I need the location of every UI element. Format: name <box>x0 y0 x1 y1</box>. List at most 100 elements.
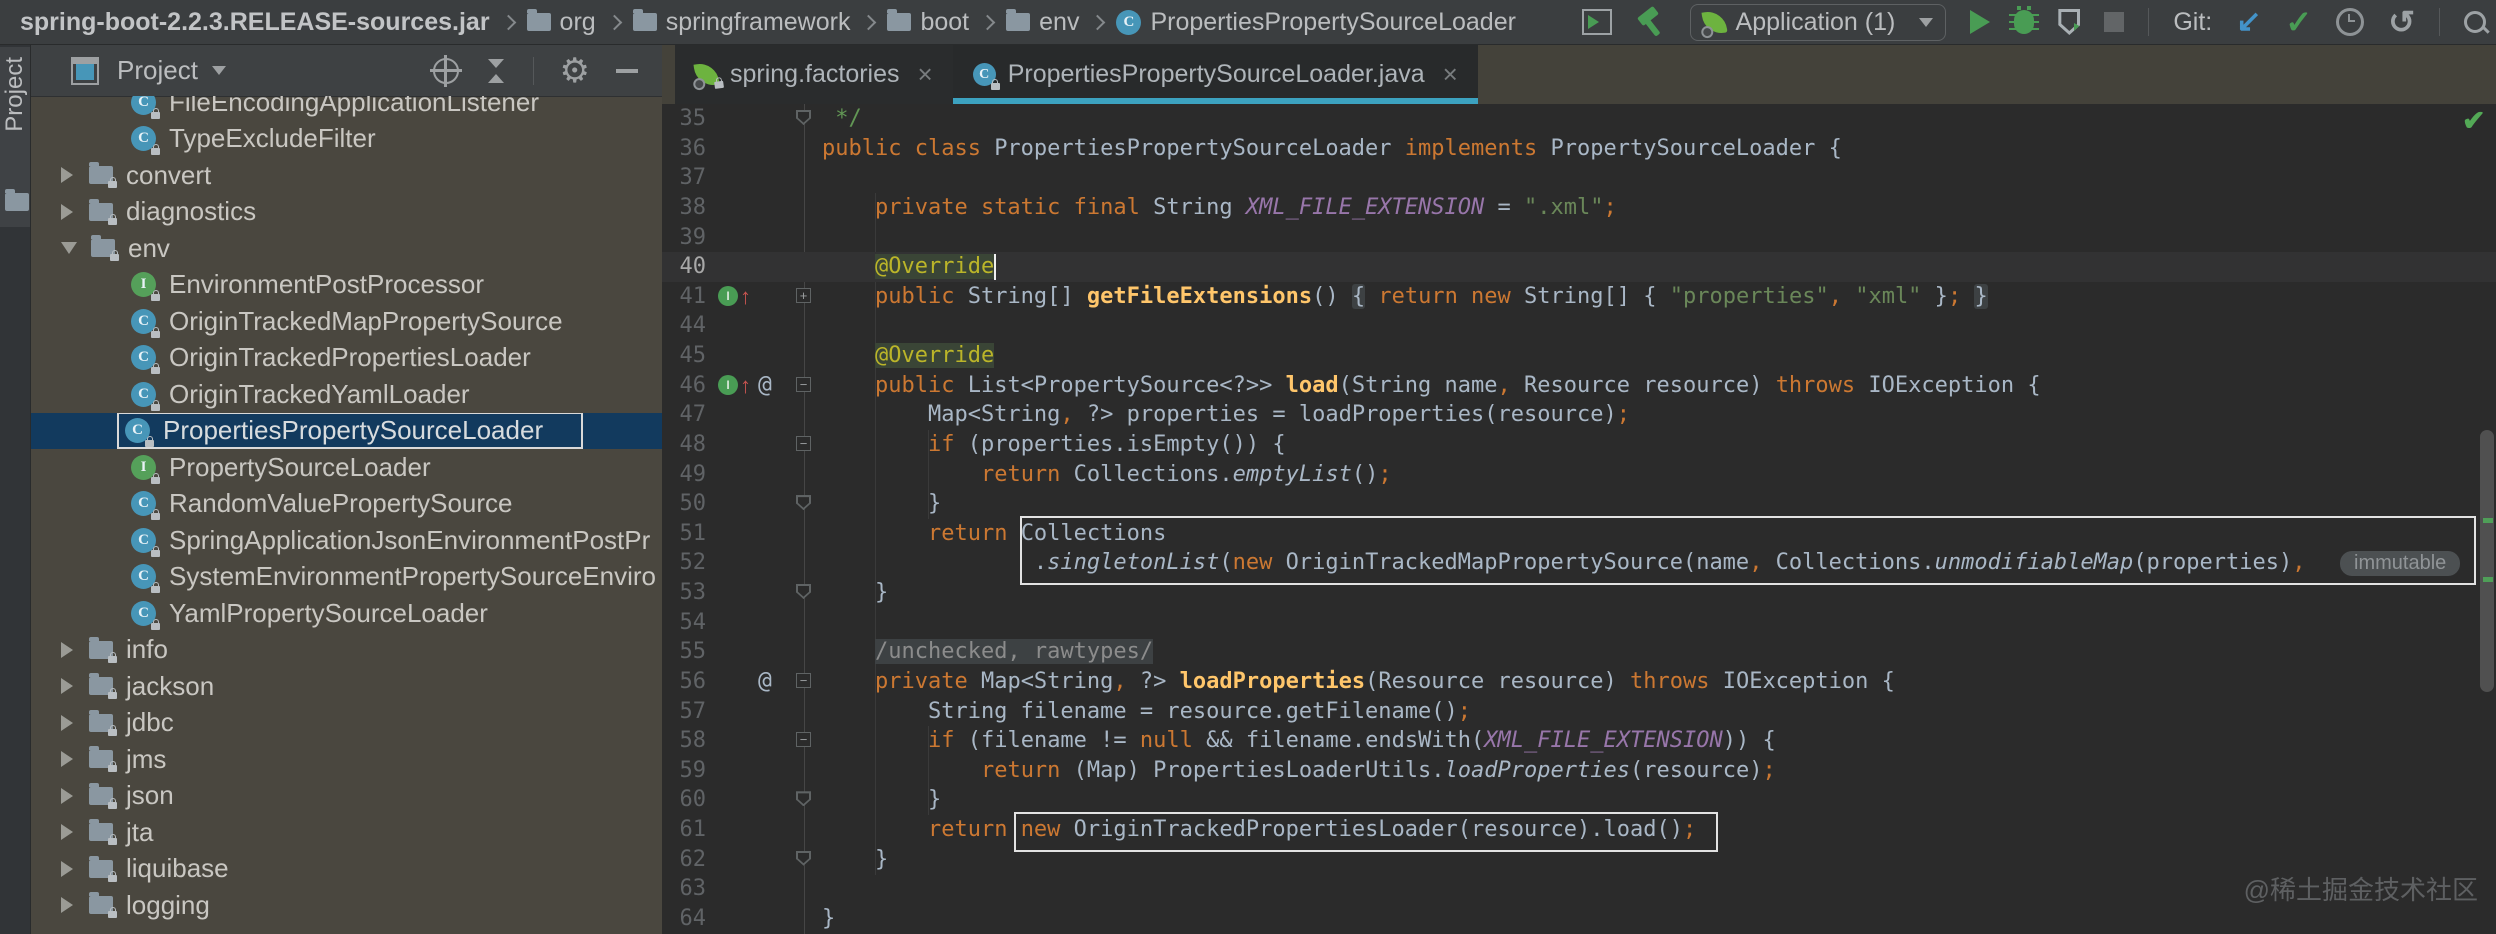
expand-arrow-icon[interactable] <box>61 897 73 914</box>
collapse-all-icon[interactable] <box>485 58 507 84</box>
code-line-41[interactable]: 41 I ↑ + public String[] getFileExtensions(… <box>662 282 2496 312</box>
tree-item-info[interactable]: info <box>31 632 662 669</box>
code-area[interactable]: 35 */36 public class PropertiesPropertySo… <box>662 104 2496 934</box>
tree-item-randomvaluepropertysource[interactable]: C RandomValuePropertySource <box>31 486 662 523</box>
tree-item-jackson[interactable]: jackson <box>31 668 662 705</box>
inspection-ok-icon[interactable]: ✔ <box>2462 104 2485 137</box>
fold-marker-icon[interactable] <box>796 584 811 599</box>
run-anything-icon[interactable] <box>1581 9 1612 35</box>
tree-item-origintrackedpropertiesloader[interactable]: C OriginTrackedPropertiesLoader <box>31 340 662 377</box>
code-line-37[interactable]: 37 <box>662 163 2496 193</box>
expand-arrow-icon[interactable] <box>61 641 73 658</box>
fold-marker-icon[interactable] <box>796 110 811 125</box>
fold-marker-icon[interactable] <box>796 495 811 511</box>
project-stripe-button[interactable]: Project <box>0 47 30 227</box>
tab-spring.factories[interactable]: spring.factories × <box>675 45 953 104</box>
code-line-63[interactable]: 63 <box>662 874 2496 904</box>
project-panel-title[interactable]: Project <box>117 55 198 86</box>
tree-item-propertysourceloader[interactable]: I PropertySourceLoader <box>31 449 662 486</box>
editor-scrollbar[interactable] <box>2480 430 2494 692</box>
locate-file-icon[interactable] <box>429 54 462 87</box>
fold-marker-icon[interactable]: − <box>796 732 811 748</box>
code-line-45[interactable]: 45 @Override <box>662 341 2496 371</box>
expand-arrow-icon[interactable] <box>61 203 73 220</box>
overrides-marker-icon[interactable]: I <box>718 374 738 395</box>
tree-item-yamlpropertysourceloader[interactable]: C YamlPropertySourceLoader <box>31 595 662 632</box>
code-line-50[interactable]: 50 } <box>662 489 2496 519</box>
fold-marker-icon[interactable] <box>796 850 811 866</box>
search-everywhere-icon[interactable] <box>2464 11 2486 33</box>
expand-arrow-icon[interactable] <box>61 787 73 804</box>
run-button[interactable] <box>1970 10 1991 34</box>
run-configuration-select[interactable]: Application (1) <box>1689 3 1947 41</box>
fold-marker-icon[interactable]: + <box>796 287 811 303</box>
code-line-46[interactable]: 46 I ↑ @ − public List<PropertySource<?>> lo… <box>662 371 2496 401</box>
close-icon[interactable]: × <box>1443 59 1458 90</box>
tree-item-origintrackedmappropertysource[interactable]: C OriginTrackedMapPropertySource <box>31 303 662 340</box>
code-line-60[interactable]: 60 } <box>662 785 2496 815</box>
breadcrumb-item[interactable]: spring-boot-2.2.3.RELEASE-sources.jar <box>20 8 490 37</box>
code-line-58[interactable]: 58 − if (filename != null && filename.end… <box>662 726 2496 756</box>
tree-item-propertiespropertysourceloader[interactable]: C PropertiesPropertySourceLoader <box>31 412 662 449</box>
code-line-56[interactable]: 56 @ − private Map<String, ?> loadProperti… <box>662 667 2496 697</box>
tree-item-liquibase[interactable]: liquibase <box>31 851 662 888</box>
breadcrumb-item[interactable]: env <box>1006 8 1079 37</box>
close-icon[interactable]: × <box>918 59 933 90</box>
tab-PropertiesPropertySourceLoader.java[interactable]: C PropertiesPropertySourceLoader.java × <box>952 45 1478 104</box>
code-line-59[interactable]: 59 return (Map) PropertiesLoaderUtils.lo… <box>662 756 2496 786</box>
expand-arrow-icon[interactable] <box>61 860 73 877</box>
code-line-47[interactable]: 47 Map<String, ?> properties = loadPrope… <box>662 400 2496 430</box>
code-line-44[interactable]: 44 <box>662 311 2496 341</box>
breadcrumb-item[interactable]: org <box>526 8 596 37</box>
code-line-36[interactable]: 36 public class PropertiesPropertySourceL… <box>662 134 2496 164</box>
chevron-down-icon[interactable] <box>211 66 226 75</box>
breadcrumb-item[interactable]: boot <box>887 8 969 37</box>
code-line-35[interactable]: 35 */ <box>662 104 2496 134</box>
tree-item-environmentpostprocessor[interactable]: I EnvironmentPostProcessor <box>31 267 662 304</box>
tree-item-springapplicationjsonenvironmentpostpr[interactable]: C SpringApplicationJsonEnvironmentPostPr <box>31 522 662 559</box>
tree-item-fileencodingapplicationlistener[interactable]: C FileEncodingApplicationListener <box>31 96 662 121</box>
tree-item-jta[interactable]: jta <box>31 814 662 851</box>
overrides-marker-icon[interactable]: I <box>718 285 738 306</box>
code-line-48[interactable]: 48 − if (properties.isEmpty()) { <box>662 430 2496 460</box>
fold-marker-icon[interactable]: − <box>796 672 811 688</box>
expand-arrow-icon[interactable] <box>61 714 73 731</box>
tree-item-logging[interactable]: logging <box>31 887 662 924</box>
expand-arrow-icon[interactable] <box>61 824 73 841</box>
run-with-coverage-button[interactable] <box>2058 9 2081 35</box>
build-hammer-icon[interactable] <box>1636 7 1666 37</box>
expand-arrow-icon[interactable] <box>61 751 73 768</box>
gear-icon[interactable]: ⚙ <box>560 54 590 88</box>
breadcrumb-item[interactable]: C PropertiesPropertySourceLoader <box>1116 8 1516 37</box>
code-line-40[interactable]: 40 @Override <box>662 252 2496 282</box>
git-update-icon[interactable]: ↙ <box>2236 7 2261 37</box>
tree-item-jms[interactable]: jms <box>31 741 662 778</box>
code-line-57[interactable]: 57 String filename = resource.getFilenam… <box>662 697 2496 727</box>
code-line-39[interactable]: 39 <box>662 223 2496 253</box>
tree-item-jdbc[interactable]: jdbc <box>31 705 662 742</box>
hide-panel-icon[interactable] <box>616 68 638 73</box>
code-line-64[interactable]: 64} <box>662 904 2496 934</box>
code-line-54[interactable]: 54 <box>662 608 2496 638</box>
stop-button[interactable] <box>2104 12 2125 32</box>
tree-item-diagnostics[interactable]: diagnostics <box>31 194 662 231</box>
tree-item-json[interactable]: json <box>31 778 662 815</box>
tree-item-env[interactable]: env <box>31 230 662 267</box>
fold-marker-icon[interactable] <box>796 791 811 807</box>
breadcrumb-item[interactable]: springframework <box>632 8 850 37</box>
debug-button[interactable] <box>2009 6 2040 34</box>
expand-arrow-icon[interactable] <box>61 678 73 695</box>
collapse-arrow-icon[interactable] <box>61 242 77 255</box>
tree-item-convert[interactable]: convert <box>31 157 662 194</box>
tree-item-systemenvironmentpropertysourceenviro[interactable]: C SystemEnvironmentPropertySourceEnviro <box>31 559 662 596</box>
code-line-55[interactable]: 55 /unchecked, rawtypes/ <box>662 637 2496 667</box>
code-line-49[interactable]: 49 return Collections.emptyList(); <box>662 460 2496 490</box>
tree-item-origintrackedyamlloader[interactable]: C OriginTrackedYamlLoader <box>31 376 662 413</box>
fold-marker-icon[interactable]: − <box>796 376 811 392</box>
rollback-icon[interactable]: ↺ <box>2388 6 2415 38</box>
tree-item-typeexcludefilter[interactable]: C TypeExcludeFilter <box>31 121 662 158</box>
history-clock-icon[interactable] <box>2336 8 2365 36</box>
expand-arrow-icon[interactable] <box>61 167 73 184</box>
git-commit-icon[interactable]: ✓ <box>2285 6 2312 38</box>
code-line-38[interactable]: 38 private static final String XML_FILE_… <box>662 193 2496 223</box>
